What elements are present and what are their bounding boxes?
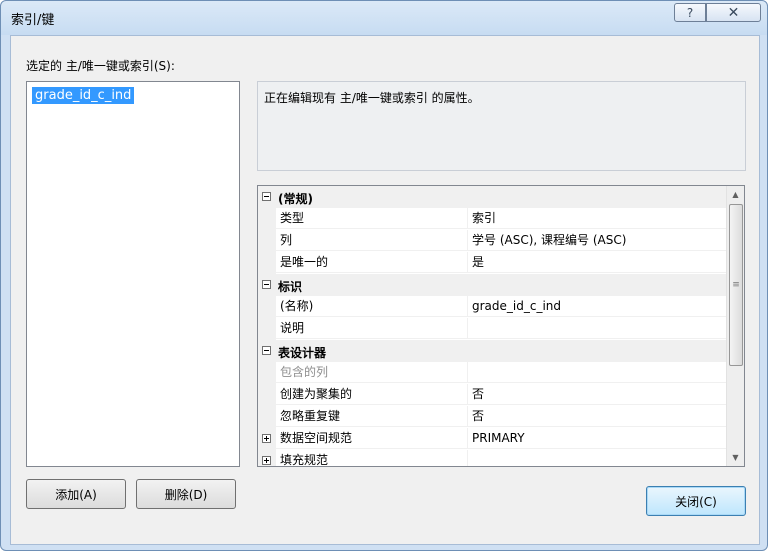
property-row[interactable]: 列 学号 (ASC), 课程编号 (ASC) — [258, 230, 726, 252]
collapse-icon[interactable] — [262, 280, 271, 289]
property-value[interactable]: 否 — [468, 384, 726, 405]
property-value[interactable]: 是 — [468, 252, 726, 273]
list-item[interactable]: grade_id_c_ind — [32, 87, 135, 104]
category-label: (常规) — [278, 192, 313, 206]
property-row[interactable]: 填充规范 — [258, 450, 726, 466]
delete-button[interactable]: 删除(D) — [136, 479, 236, 509]
property-name: (名称) — [276, 296, 468, 317]
add-button[interactable]: 添加(A) — [26, 479, 126, 509]
property-row[interactable]: 数据空间规范 PRIMARY — [258, 428, 726, 450]
property-name: 填充规范 — [276, 450, 468, 466]
selection-label: 选定的 主/唯一键或索引(S): — [26, 59, 175, 73]
property-row[interactable]: 类型 索引 — [258, 208, 726, 230]
property-name: 列 — [276, 230, 468, 251]
index-list[interactable]: grade_id_c_ind — [26, 81, 240, 467]
window-title: 索引/键 — [11, 13, 55, 28]
help-icon: ? — [686, 5, 694, 20]
property-name: 说明 — [276, 318, 468, 339]
category-label: 表设计器 — [278, 346, 327, 360]
expand-icon[interactable] — [262, 456, 271, 465]
description-text: 正在编辑现有 主/唯一键或索引 的属性。 — [264, 91, 480, 105]
scroll-up-icon[interactable]: ▲ — [727, 186, 744, 203]
title-bar: 索引/键 ? ✕ — [1, 1, 767, 35]
close-icon: ✕ — [727, 4, 740, 21]
category-identity[interactable]: 标识 — [258, 274, 726, 296]
property-row[interactable]: 包含的列 — [258, 362, 726, 384]
collapse-icon[interactable] — [262, 192, 271, 201]
property-row[interactable]: 是唯一的 是 — [258, 252, 726, 274]
category-label: 标识 — [278, 280, 303, 294]
category-table-designer[interactable]: 表设计器 — [258, 340, 726, 362]
scroll-thumb[interactable]: ≡ — [729, 204, 743, 366]
property-value[interactable]: grade_id_c_ind — [468, 296, 726, 317]
property-value[interactable]: 否 — [468, 406, 726, 427]
property-value[interactable] — [468, 450, 726, 466]
property-name: 数据空间规范 — [276, 428, 468, 449]
grip-icon: ≡ — [732, 280, 740, 290]
close-button[interactable]: 关闭(C) — [646, 486, 746, 516]
dialog-window: 索引/键 ? ✕ 选定的 主/唯一键或索引(S): grade_id_c_ind… — [0, 0, 768, 551]
collapse-icon[interactable] — [262, 346, 271, 355]
property-value[interactable]: 索引 — [468, 208, 726, 229]
property-row[interactable]: 创建为聚集的 否 — [258, 384, 726, 406]
property-grid[interactable]: (常规) 类型 索引 列 学号 (ASC), 课程编号 (ASC) 是唯一的 是 — [257, 185, 745, 467]
expand-icon[interactable] — [262, 434, 271, 443]
window-close-button[interactable]: ✕ — [706, 3, 761, 22]
category-general[interactable]: (常规) — [258, 186, 726, 208]
property-value[interactable]: PRIMARY — [468, 428, 726, 449]
property-row[interactable]: 说明 — [258, 318, 726, 340]
help-button[interactable]: ? — [674, 3, 706, 22]
property-value[interactable] — [468, 318, 726, 339]
property-name: 包含的列 — [276, 362, 468, 383]
property-name: 是唯一的 — [276, 252, 468, 273]
property-value[interactable]: 学号 (ASC), 课程编号 (ASC) — [468, 230, 726, 251]
property-row[interactable]: (名称) grade_id_c_ind — [258, 296, 726, 318]
vertical-scrollbar[interactable]: ▲ ≡ ▼ — [726, 186, 744, 466]
property-name: 类型 — [276, 208, 468, 229]
scroll-down-icon[interactable]: ▼ — [727, 449, 744, 466]
dialog-client-area: 选定的 主/唯一键或索引(S): grade_id_c_ind 正在编辑现有 主… — [10, 35, 760, 545]
property-name: 忽略重复键 — [276, 406, 468, 427]
property-row[interactable]: 忽略重复键 否 — [258, 406, 726, 428]
property-name: 创建为聚集的 — [276, 384, 468, 405]
description-panel: 正在编辑现有 主/唯一键或索引 的属性。 — [257, 81, 746, 171]
property-value[interactable] — [468, 362, 726, 383]
